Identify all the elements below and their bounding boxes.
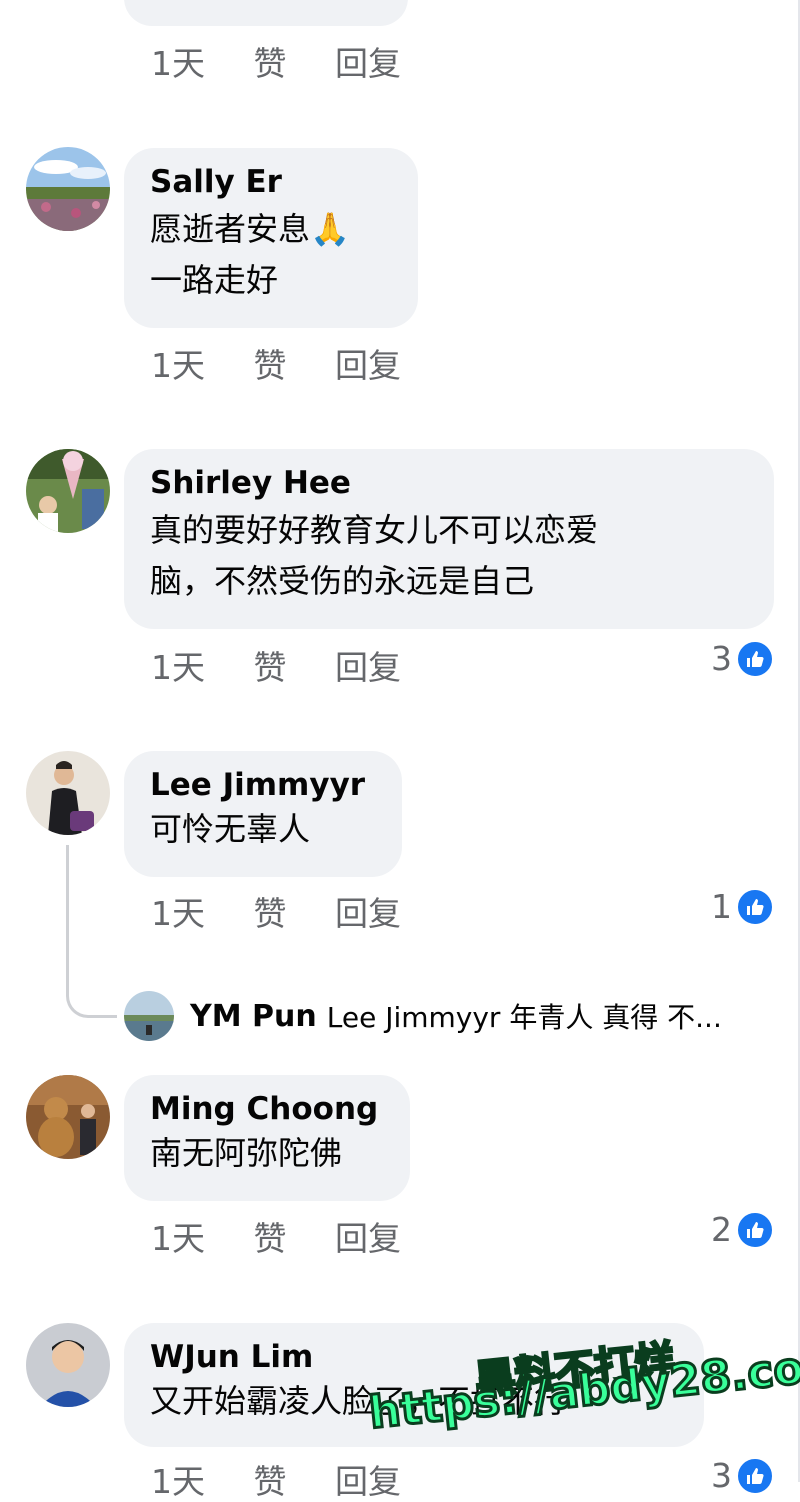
avatar-landscape-icon [26, 147, 110, 231]
comment-actions: 1天 赞 回复 [151, 648, 439, 688]
reaction-count[interactable]: 1 [711, 887, 774, 927]
time-label: 1天 [151, 1219, 205, 1258]
commenter-name[interactable]: Lee Jimmyyr [150, 765, 376, 805]
reaction-count-number: 3 [711, 639, 732, 678]
thumbs-up-icon [736, 640, 774, 678]
time-label: 1天 [151, 1462, 205, 1501]
avatar[interactable] [26, 147, 110, 231]
reply-preview[interactable]: YM Pun Lee Jimmyyr 年青人 真得 不... [124, 990, 722, 1042]
like-link[interactable]: 赞 [254, 1219, 287, 1259]
comment-text: 脑，不然受伤的永远是自己 [150, 562, 535, 600]
avatar[interactable] [26, 1075, 110, 1159]
comment-actions: 1天 赞 回复 [151, 894, 439, 934]
like-link[interactable]: 赞 [254, 1462, 287, 1502]
comment-text: 一路走好 [150, 261, 279, 299]
previous-comment-actions: 1天 赞 回复 [151, 44, 439, 84]
comment-text: 可怜无辜人 [150, 810, 311, 848]
like-link[interactable]: 赞 [254, 894, 287, 934]
reply-link[interactable]: 回复 [335, 44, 401, 84]
commenter-name[interactable]: Ming Choong [150, 1089, 384, 1129]
reaction-count[interactable]: 3 [711, 639, 774, 679]
reply-link[interactable]: 回复 [335, 346, 401, 386]
comment-actions: 1天 赞 回复 [151, 1219, 439, 1259]
reply-link[interactable]: 回复 [335, 894, 401, 934]
like-link[interactable]: 赞 [254, 346, 287, 386]
reply-link[interactable]: 回复 [335, 1219, 401, 1259]
thumbs-up-icon [736, 1457, 774, 1495]
time-label: 1天 [151, 648, 205, 687]
avatar-person-icon [26, 751, 110, 835]
comment-actions: 1天 赞 回复 [151, 1462, 439, 1502]
reaction-count-number: 3 [711, 1456, 732, 1495]
avatar-landscape-icon [124, 991, 174, 1041]
time-label: 1天 [151, 44, 205, 83]
avatar[interactable] [26, 1323, 110, 1407]
commenter-name[interactable]: Shirley Hee [150, 463, 748, 503]
comment-actions: 1天 赞 回复 [151, 346, 439, 386]
avatar-photo-icon [26, 1075, 110, 1159]
previous-comment-bubble [124, 0, 408, 26]
like-link[interactable]: 赞 [254, 44, 287, 84]
comment-text: 南无阿弥陀佛 [150, 1134, 343, 1172]
comment-bubble: Ming Choong 南无阿弥陀佛 [124, 1075, 410, 1201]
thumbs-up-icon [736, 888, 774, 926]
like-link[interactable]: 赞 [254, 648, 287, 688]
comment-bubble: Lee Jimmyyr 可怜无辜人 [124, 751, 402, 877]
comment-bubble: Shirley Hee 真的要好好教育女儿不可以恋爱 脑，不然受伤的永远是自己 [124, 449, 774, 629]
thumbs-up-icon [736, 1211, 774, 1249]
reply-author-name[interactable]: YM Pun [190, 999, 317, 1034]
avatar[interactable] [26, 449, 110, 533]
reaction-count-number: 1 [711, 887, 732, 926]
reply-link[interactable]: 回复 [335, 648, 401, 688]
reply-snippet: Lee Jimmyyr 年青人 真得 不... [326, 1001, 722, 1034]
avatar[interactable] [26, 751, 110, 835]
comment-text: 真的要好好教育女儿不可以恋爱 [150, 511, 599, 549]
reaction-count-number: 2 [711, 1210, 732, 1249]
commenter-name[interactable]: Sally Er [150, 162, 392, 202]
avatar-person-icon [26, 1323, 110, 1407]
comment-text: 愿逝者安息🙏 [150, 210, 350, 248]
reaction-count[interactable]: 2 [711, 1210, 774, 1250]
avatar[interactable] [124, 991, 174, 1041]
reply-link[interactable]: 回复 [335, 1462, 401, 1502]
time-label: 1天 [151, 894, 205, 933]
time-label: 1天 [151, 346, 205, 385]
comment-bubble: Sally Er 愿逝者安息🙏 一路走好 [124, 148, 418, 328]
reply-thread-connector [66, 845, 117, 1018]
avatar-photo-icon [26, 449, 110, 533]
reaction-count[interactable]: 3 [711, 1456, 774, 1496]
